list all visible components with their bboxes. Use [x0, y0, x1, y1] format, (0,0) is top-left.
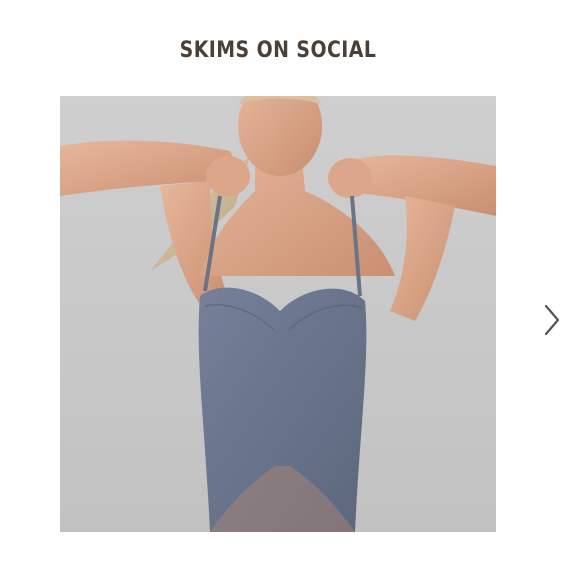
carousel-next-button[interactable]: [536, 300, 566, 340]
social-post-image: [60, 96, 496, 532]
section-title: SKIMS ON SOCIAL: [179, 38, 377, 63]
chevron-right-icon: [544, 304, 560, 336]
carousel-slide[interactable]: [60, 96, 496, 532]
